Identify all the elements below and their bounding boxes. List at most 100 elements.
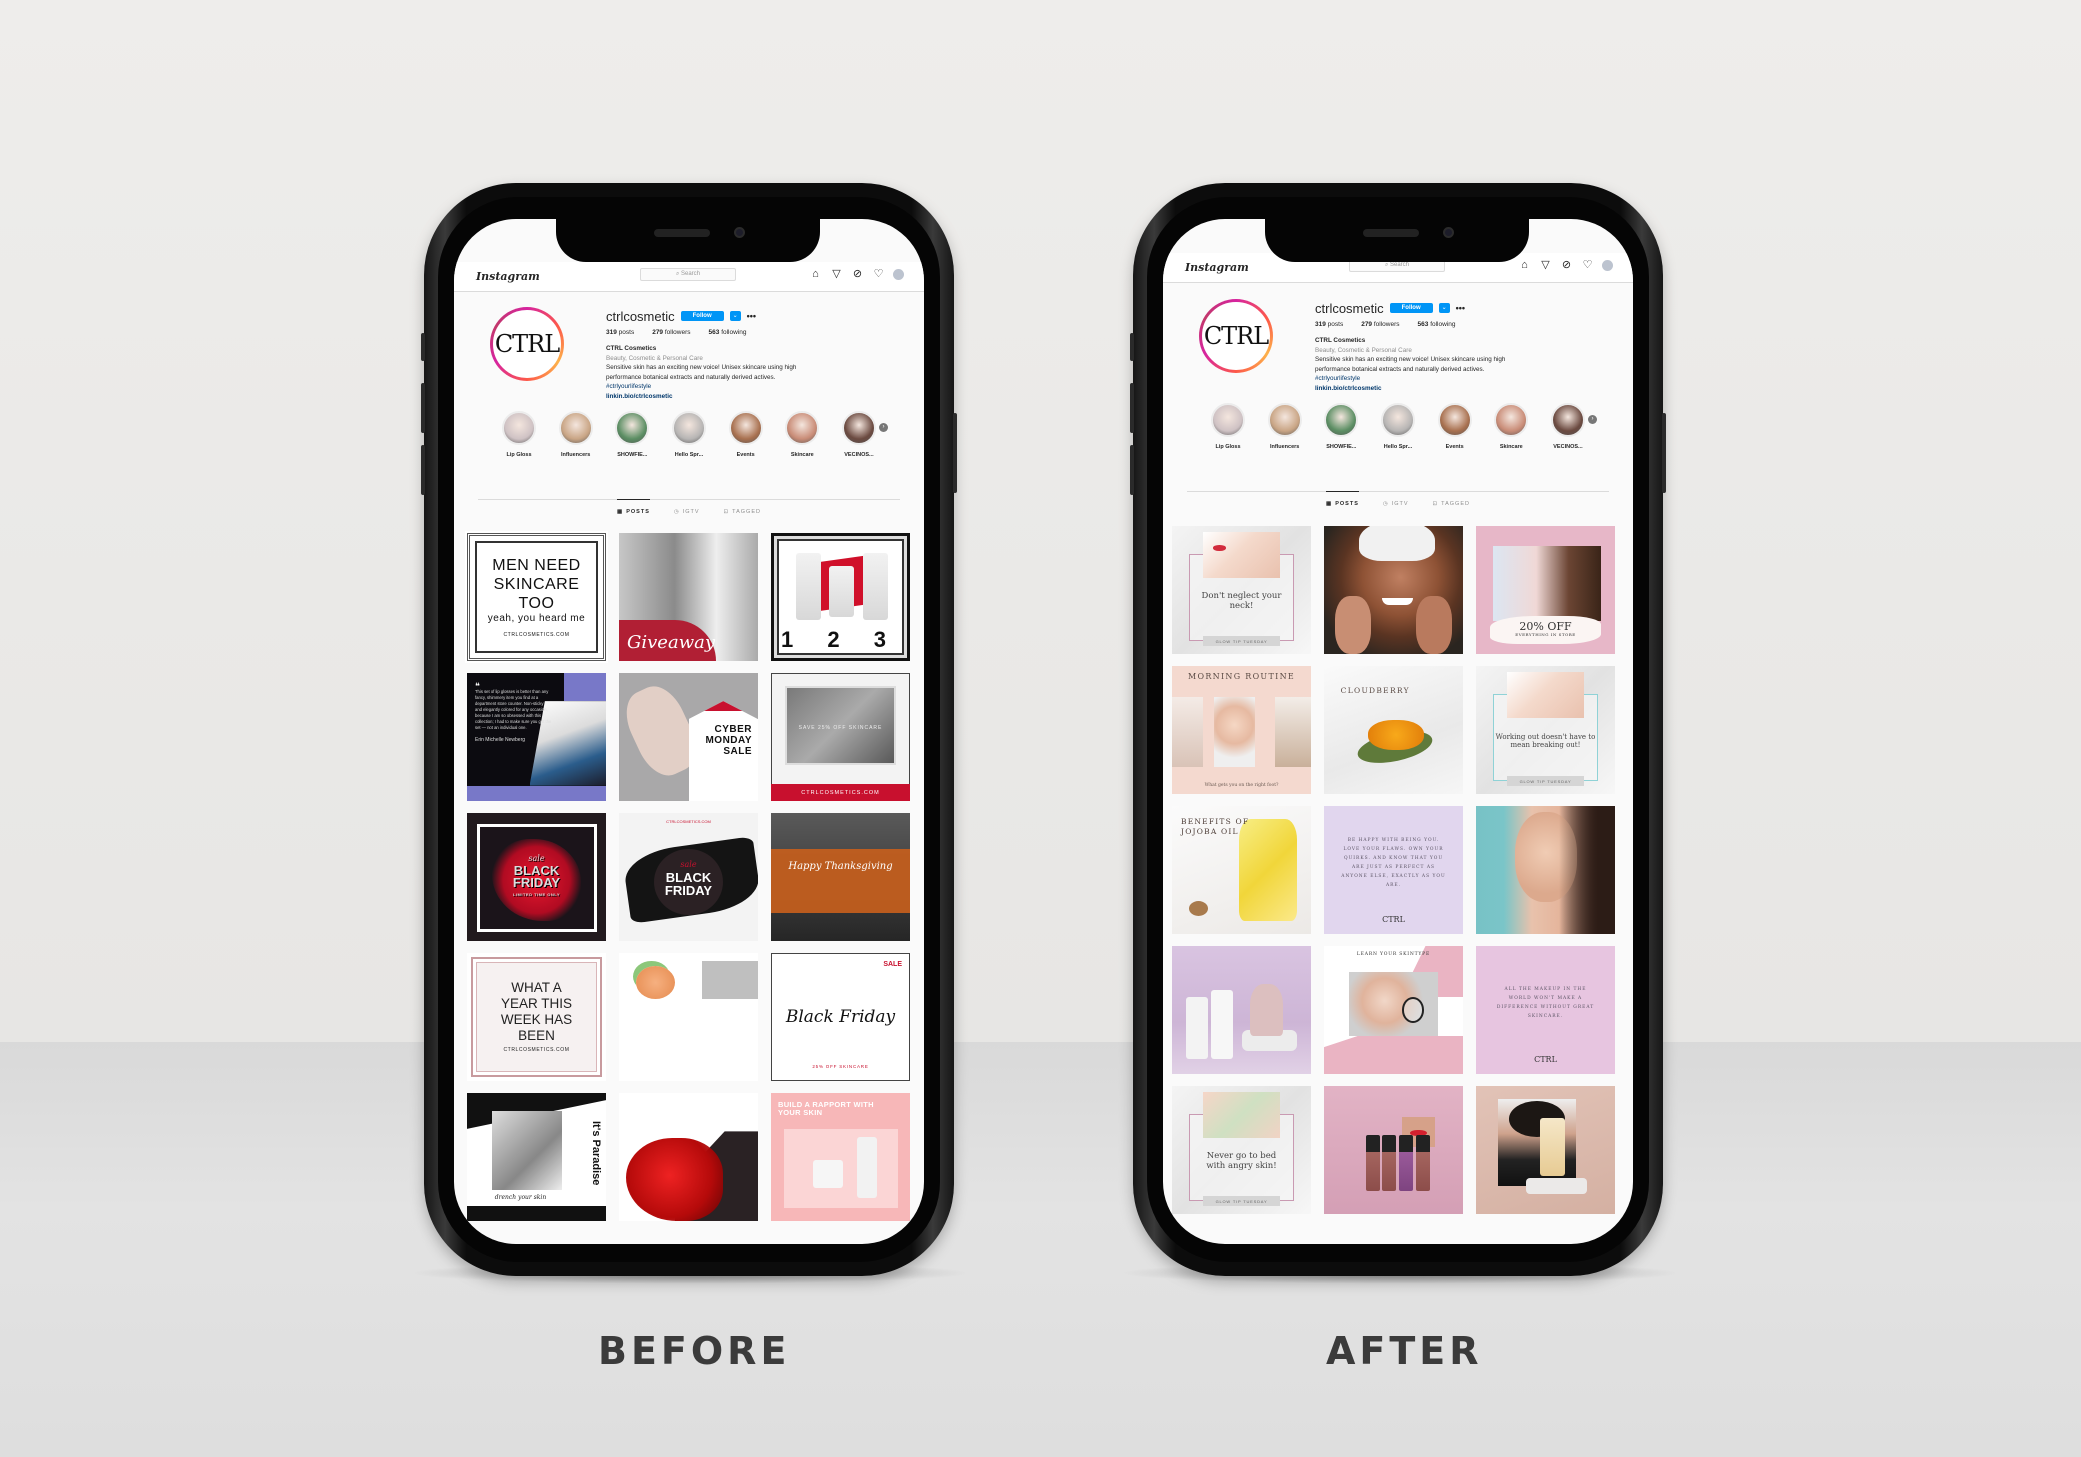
post-what-a-year[interactable]: WHAT A YEAR THIS WEEK HAS BEEN CTRLCOSME…: [467, 953, 606, 1081]
highlight-vecinos[interactable]: VECINOS... ›: [834, 411, 888, 458]
ctrl-logo: CTRL: [1202, 302, 1270, 370]
notch: [556, 219, 820, 262]
highlight-lip-gloss[interactable]: Lip Gloss: [494, 411, 544, 458]
post-20-off[interactable]: 20% OFF EVERYTHING IN STORE: [1476, 526, 1615, 654]
highlight-lip-gloss[interactable]: Lip Gloss: [1203, 403, 1253, 450]
post-dont-neglect-neck[interactable]: Don't neglect your neck! GLOW TIP TUESDA…: [1172, 526, 1311, 654]
tab-igtv[interactable]: ◷ IGTV: [674, 509, 700, 515]
tab-posts[interactable]: ▦ POSTS: [1326, 491, 1359, 507]
profile-avatar[interactable]: [893, 269, 904, 280]
highlight-vecinos[interactable]: VECINOS... ›: [1543, 403, 1597, 450]
explore-icon[interactable]: ⊘: [1560, 259, 1573, 272]
profile-avatar-large[interactable]: CTRL: [1199, 299, 1273, 373]
tabs-divider: [478, 499, 900, 500]
home-icon[interactable]: ⌂: [1518, 259, 1531, 272]
highlight-hello-spring[interactable]: Hello Spr...: [1373, 403, 1423, 450]
post-black-friday-script[interactable]: SALE Black Friday 25% OFF SKINCARE: [771, 953, 910, 1081]
bio-link[interactable]: linkin.bio/ctrlcosmetic: [606, 392, 906, 402]
highlight-thumbnail: [728, 411, 763, 445]
mute-switch: [1130, 333, 1134, 361]
highlight-events[interactable]: Events: [1430, 403, 1480, 450]
post-giveaway[interactable]: Giveaway: [619, 533, 758, 661]
followers-stat[interactable]: 279 followers: [1361, 321, 1399, 328]
post-morning-routine[interactable]: MORNING ROUTINE What gets you on the rig…: [1172, 666, 1311, 794]
search-input[interactable]: ⌕ Search: [640, 268, 736, 281]
instagram-screen-after: Instagram ⌕ Search ⌂ ▽ ⊘ ♡ CTRL ctrlcosm…: [1163, 219, 1633, 1244]
post-happy-thanksgiving[interactable]: Happy Thanksgiving: [771, 813, 910, 941]
direct-icon[interactable]: ▽: [830, 268, 843, 281]
post-quote-makeup[interactable]: ALL THE MAKEUP IN THE WORLD WON'T MAKE A…: [1476, 946, 1615, 1074]
highlight-showfie[interactable]: SHOWFIE...: [1316, 403, 1366, 450]
post-smiling-face[interactable]: [1324, 526, 1463, 654]
post-its-paradise[interactable]: It's Paradise drench your skin: [467, 1093, 606, 1221]
following-stat[interactable]: 563 following: [1418, 321, 1456, 328]
next-arrow-icon[interactable]: ›: [1587, 415, 1597, 424]
post-black-friday-flower[interactable]: sale BLACK FRIDAY LIMITED TIME ONLY: [467, 813, 606, 941]
hashtag-link[interactable]: #ctrlyourlifestyle: [1315, 374, 1615, 384]
post-save-25[interactable]: SAVE 25% OFF SKINCARE CTRLCOSMETICS.COM: [771, 673, 910, 801]
highlight-hello-spring[interactable]: Hello Spr...: [664, 411, 714, 458]
bio: CTRL Cosmetics Beauty, Cosmetic & Person…: [1315, 336, 1615, 393]
explore-icon[interactable]: ⊘: [851, 268, 864, 281]
post-lip-gloss-set[interactable]: [1324, 1086, 1463, 1214]
post-cloudberry-loading[interactable]: [619, 953, 758, 1081]
bio-line: performance botanical extracts and natur…: [606, 373, 776, 381]
home-icon[interactable]: ⌂: [809, 268, 822, 281]
post-red-flower[interactable]: [619, 1093, 758, 1221]
tab-igtv[interactable]: ◷ IGTV: [1383, 501, 1409, 507]
direct-icon[interactable]: ▽: [1539, 259, 1552, 272]
profile-avatar-large[interactable]: CTRL: [490, 307, 564, 381]
instagram-logo[interactable]: Instagram: [1185, 261, 1249, 274]
posts-grid-after: Don't neglect your neck! GLOW TIP TUESDA…: [1172, 526, 1615, 1214]
volume-up-button: [421, 383, 425, 433]
instagram-logo[interactable]: Instagram: [476, 270, 540, 283]
more-options-icon[interactable]: •••: [747, 311, 756, 321]
following-stat[interactable]: 563 following: [709, 329, 747, 336]
next-arrow-icon[interactable]: ›: [878, 423, 888, 432]
highlight-skincare[interactable]: Skincare: [1486, 403, 1536, 450]
post-learn-skintype[interactable]: LEARN YOUR SKINTYPE: [1324, 946, 1463, 1074]
highlight-thumbnail: [1380, 403, 1415, 437]
post-jojoba-oil[interactable]: BENEFITS OF JOJOBA OIL: [1172, 806, 1311, 934]
highlight-influencers[interactable]: Influencers: [551, 411, 601, 458]
post-men-need-skincare[interactable]: MEN NEED SKINCARE TOO yeah, you heard me…: [465, 531, 608, 663]
posts-stat: 319 posts: [1315, 321, 1344, 328]
bio-link[interactable]: linkin.bio/ctrlcosmetic: [1315, 384, 1615, 394]
username: ctrlcosmetic: [1315, 300, 1384, 316]
highlight-events[interactable]: Events: [721, 411, 771, 458]
post-quote-be-happy[interactable]: BE HAPPY WITH BEING YOU. LOVE YOUR FLAWS…: [1324, 806, 1463, 934]
highlight-showfie[interactable]: SHOWFIE...: [607, 411, 657, 458]
ig-top-bar: Instagram ⌕ Search ⌂ ▽ ⊘ ♡: [454, 262, 924, 292]
heart-icon[interactable]: ♡: [872, 268, 885, 281]
post-cloudberry[interactable]: CLOUDBERRY: [1324, 666, 1463, 794]
post-easy-as-123[interactable]: 1 2 3: [771, 533, 910, 661]
followers-stat[interactable]: 279 followers: [652, 329, 690, 336]
product-bottle: [862, 553, 888, 621]
post-black-friday-brush[interactable]: sale BLACK FRIDAY CTRLCOSMETICS.COM: [619, 813, 758, 941]
heart-icon[interactable]: ♡: [1581, 259, 1594, 272]
tab-posts[interactable]: ▦ POSTS: [617, 499, 650, 515]
post-cyber-monday[interactable]: CYBER MONDAY SALE: [619, 673, 758, 801]
highlight-skincare[interactable]: Skincare: [777, 411, 827, 458]
product-bottle: [796, 553, 822, 621]
tab-tagged[interactable]: ⊡ TAGGED: [1433, 501, 1470, 507]
chevron-down-icon[interactable]: ⌄: [1438, 303, 1450, 313]
profile-avatar[interactable]: [1602, 260, 1613, 271]
post-products-lavender[interactable]: [1172, 946, 1311, 1074]
tab-tagged[interactable]: ⊡ TAGGED: [724, 509, 761, 515]
power-button: [1662, 413, 1666, 493]
chevron-down-icon[interactable]: ⌄: [729, 311, 741, 321]
post-working-out[interactable]: Working out doesn't have to mean breakin…: [1476, 666, 1615, 794]
follow-button[interactable]: Follow: [680, 311, 724, 321]
post-serum-poster[interactable]: [1476, 1086, 1615, 1214]
background-wall: [0, 0, 2081, 1042]
follow-button[interactable]: Follow: [1389, 303, 1433, 313]
highlight-thumbnail: [1437, 403, 1472, 437]
post-portrait[interactable]: [1476, 806, 1615, 934]
post-testimonial[interactable]: ❝ This set of lip glosses is better than…: [467, 673, 606, 801]
more-options-icon[interactable]: •••: [1456, 303, 1465, 313]
highlight-influencers[interactable]: Influencers: [1260, 403, 1310, 450]
post-never-go-to-bed[interactable]: Never go to bed with angry skin! GLOW TI…: [1172, 1086, 1311, 1214]
post-build-rapport[interactable]: BUILD A RAPPORT WITH YOUR SKIN: [771, 1093, 910, 1221]
hashtag-link[interactable]: #ctrlyourlifestyle: [606, 382, 906, 392]
